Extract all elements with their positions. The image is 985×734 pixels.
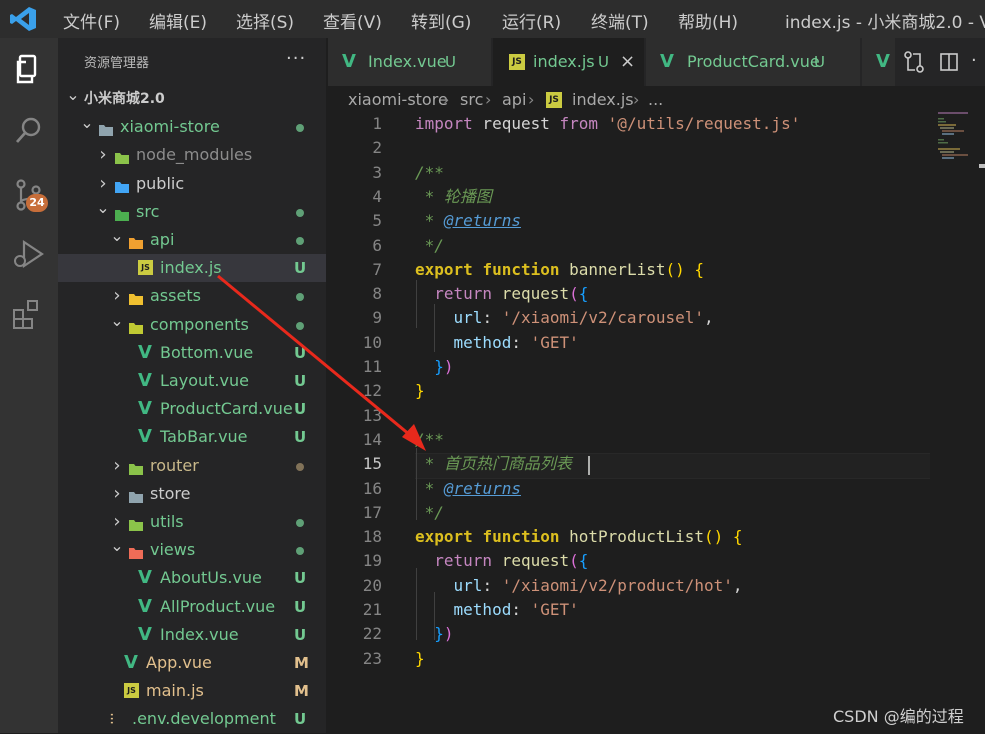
watermark: CSDN @编的过程 <box>833 707 964 726</box>
annotation-arrow <box>217 274 426 451</box>
